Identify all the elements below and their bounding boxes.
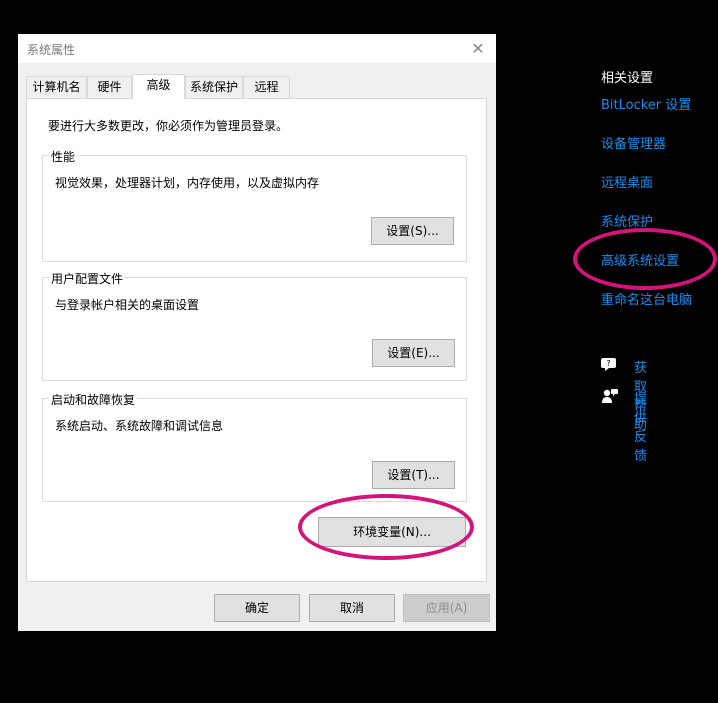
- tab-advanced[interactable]: 高级: [132, 74, 185, 99]
- svg-text:?: ?: [606, 359, 610, 368]
- startup-recovery-description: 系统启动、系统故障和调试信息: [55, 419, 224, 433]
- advanced-tab-panel: 要进行大多数更改，你必须作为管理员登录。 性能 视觉效果，处理器计划，内存使用，…: [26, 98, 487, 582]
- tab-hardware[interactable]: 硬件: [87, 76, 132, 98]
- bitlocker-settings-link[interactable]: BitLocker 设置: [601, 94, 691, 113]
- user-profiles-group: 用户配置文件 与登录帐户相关的桌面设置 设置(E)...: [42, 270, 467, 381]
- device-manager-link[interactable]: 设备管理器: [601, 133, 666, 152]
- startup-recovery-group-title: 启动和故障恢复: [49, 391, 138, 408]
- startup-recovery-settings-button[interactable]: 设置(T)...: [372, 461, 455, 489]
- help-chat-icon: ?: [601, 358, 616, 371]
- related-settings-heading: 相关设置: [601, 71, 654, 86]
- tab-computer-name[interactable]: 计算机名: [26, 76, 87, 98]
- feedback-person-icon: [602, 389, 618, 403]
- user-profiles-description: 与登录帐户相关的桌面设置: [55, 298, 200, 312]
- apply-button[interactable]: 应用(A): [403, 594, 490, 622]
- performance-settings-button[interactable]: 设置(S)...: [371, 217, 454, 245]
- tab-remote[interactable]: 远程: [243, 76, 290, 98]
- rename-pc-link[interactable]: 重命名这台电脑: [601, 289, 692, 308]
- cancel-button[interactable]: 取消: [309, 594, 395, 622]
- performance-description: 视觉效果，处理器计划，内存使用，以及虚拟内存: [55, 176, 320, 190]
- title-bar: 系统属性 ✕: [18, 34, 496, 63]
- advanced-system-settings-link[interactable]: 高级系统设置: [601, 250, 679, 269]
- remote-desktop-link[interactable]: 远程桌面: [601, 172, 653, 191]
- dialog-title: 系统属性: [27, 43, 76, 57]
- admin-note: 要进行大多数更改，你必须作为管理员登录。: [48, 119, 289, 133]
- performance-group: 性能 视觉效果，处理器计划，内存使用，以及虚拟内存 设置(S)...: [42, 148, 467, 262]
- system-protection-link[interactable]: 系统保护: [601, 211, 653, 230]
- startup-recovery-group: 启动和故障恢复 系统启动、系统故障和调试信息 设置(T)...: [42, 391, 467, 502]
- give-feedback-label: 提供反馈: [634, 392, 648, 464]
- system-properties-dialog: 系统属性 ✕ 计算机名 硬件 高级 系统保护 远程 要进行大多数更改，你必须作为…: [18, 34, 496, 631]
- ok-button[interactable]: 确定: [214, 594, 300, 622]
- performance-group-title: 性能: [49, 148, 78, 165]
- user-profiles-group-title: 用户配置文件: [49, 270, 126, 287]
- environment-variables-button[interactable]: 环境变量(N)...: [318, 517, 466, 547]
- user-profiles-settings-button[interactable]: 设置(E)...: [372, 339, 455, 367]
- close-icon[interactable]: ✕: [460, 34, 496, 63]
- tab-system-protection[interactable]: 系统保护: [185, 76, 243, 98]
